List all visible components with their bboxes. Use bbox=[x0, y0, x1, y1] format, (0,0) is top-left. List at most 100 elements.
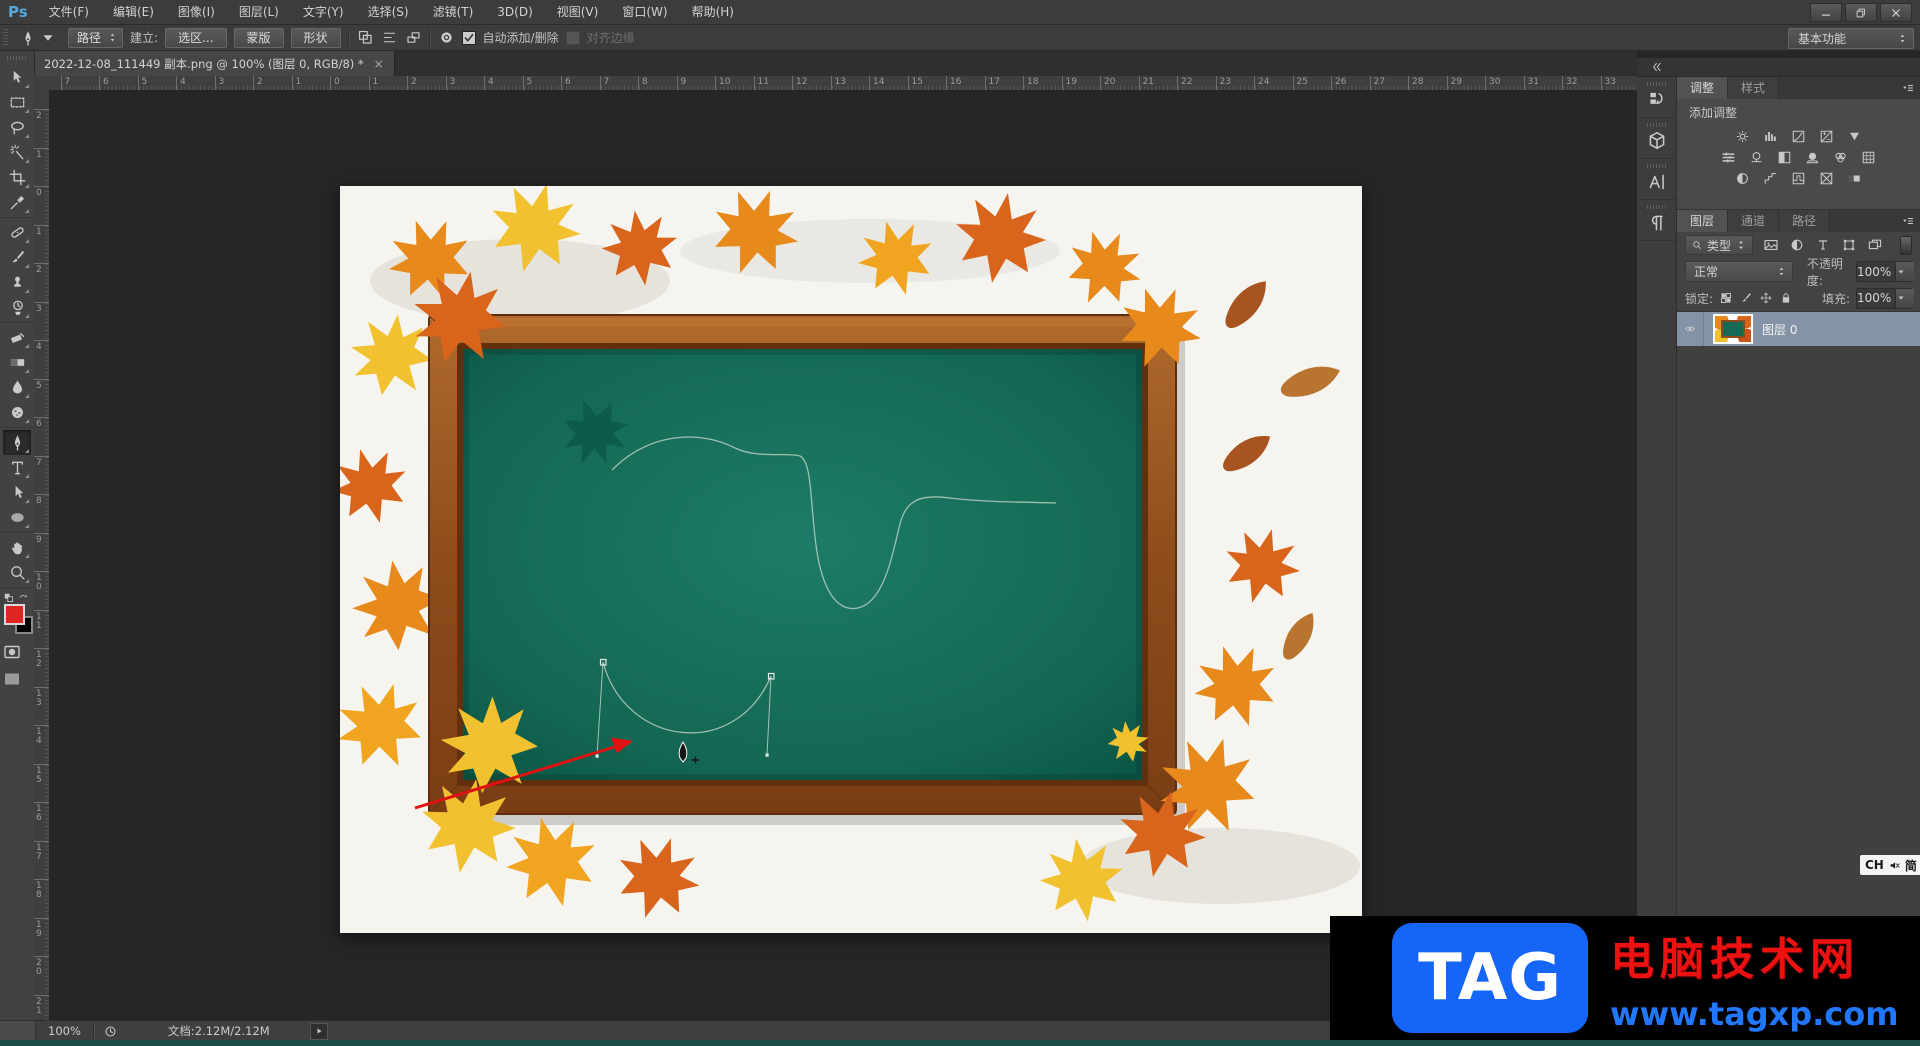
make-selection-button[interactable]: 选区... bbox=[165, 27, 227, 48]
adjustment-exposure-icon[interactable] bbox=[1818, 129, 1835, 144]
adjustment-colorlookup-icon[interactable] bbox=[1860, 150, 1877, 165]
path-alignment-icon[interactable] bbox=[381, 29, 398, 46]
layer-filter-select[interactable]: 类型 bbox=[1685, 235, 1754, 255]
lock-all-icon[interactable] bbox=[1779, 291, 1793, 305]
filter-toggle[interactable] bbox=[1900, 235, 1912, 255]
make-shape-button[interactable]: 形状 bbox=[290, 27, 341, 48]
history-panel-icon[interactable] bbox=[1646, 89, 1668, 111]
panel-menu-icon[interactable] bbox=[1900, 214, 1916, 228]
pen-tool[interactable] bbox=[3, 430, 31, 455]
adjustment-levels-icon[interactable] bbox=[1762, 129, 1779, 144]
horizontal-ruler[interactable]: 7 6 5 4 3 2 1 0 1 2 3 4 5 6 7 8 9 10 11 12 13 14 15 16 17 18 19 20 2… bbox=[49, 76, 1637, 91]
menu-item[interactable]: 窗口(W) bbox=[610, 5, 679, 19]
menu-item[interactable]: 视图(V) bbox=[545, 5, 611, 19]
eyedropper-tool[interactable] bbox=[3, 190, 31, 215]
dodge-tool[interactable] bbox=[3, 400, 31, 425]
align-edges-checkbox[interactable] bbox=[565, 30, 580, 45]
layer-row[interactable]: 图层 0 bbox=[1677, 312, 1920, 346]
move-tool[interactable] bbox=[3, 65, 31, 90]
foreground-color-swatch[interactable] bbox=[4, 604, 25, 625]
gear-icon[interactable] bbox=[438, 29, 455, 46]
paragraph-panel-icon[interactable] bbox=[1646, 212, 1668, 234]
filter-smartobject-icon[interactable] bbox=[1867, 237, 1883, 253]
3d-panel-icon[interactable] bbox=[1646, 130, 1668, 152]
lock-position-icon[interactable] bbox=[1759, 291, 1773, 305]
lock-transparency-icon[interactable] bbox=[1719, 291, 1733, 305]
menu-item[interactable]: 3D(D) bbox=[485, 5, 544, 19]
layers-tab[interactable]: 路径 bbox=[1779, 210, 1831, 232]
collapse-left-icon[interactable] bbox=[1651, 61, 1663, 73]
layer-visibility-toggle[interactable] bbox=[1677, 312, 1704, 346]
workspace-switcher[interactable]: 基本功能 bbox=[1788, 28, 1914, 49]
adjustment-colorbalance-icon[interactable] bbox=[1748, 150, 1765, 165]
pathselect-tool[interactable] bbox=[3, 480, 31, 505]
adjustment-selectivecolor-icon[interactable] bbox=[1818, 171, 1835, 186]
healing-tool[interactable] bbox=[3, 220, 31, 245]
opacity-field[interactable]: 100% bbox=[1856, 261, 1915, 282]
path-arrangement-icon[interactable] bbox=[405, 29, 422, 46]
layers-tab[interactable]: 图层 bbox=[1677, 210, 1729, 232]
restore-button[interactable] bbox=[1845, 3, 1877, 22]
adjustment-invert-icon[interactable] bbox=[1734, 171, 1751, 186]
adjustment-threshold-icon[interactable] bbox=[1790, 171, 1807, 186]
adjustment-gradientmap-icon[interactable] bbox=[1846, 171, 1863, 186]
menu-item[interactable]: 选择(S) bbox=[356, 5, 421, 19]
history-tool[interactable] bbox=[3, 295, 31, 320]
screen-mode-icon[interactable] bbox=[0, 669, 24, 689]
adjustment-brightness-icon[interactable] bbox=[1734, 129, 1751, 144]
fill-dropdown[interactable] bbox=[1895, 288, 1915, 308]
crop-tool[interactable] bbox=[3, 165, 31, 190]
zoom-tool[interactable] bbox=[3, 560, 31, 585]
shape-tool[interactable] bbox=[3, 505, 31, 530]
adjustments-tab[interactable]: 调整 bbox=[1677, 77, 1729, 99]
menu-item[interactable]: 滤镜(T) bbox=[421, 5, 486, 19]
adjustment-vibrance-icon[interactable] bbox=[1846, 129, 1863, 144]
menu-item[interactable]: 文件(F) bbox=[37, 5, 101, 19]
swap-colors-icon[interactable] bbox=[18, 592, 30, 604]
gradient-tool[interactable] bbox=[3, 350, 31, 375]
adjustments-tab[interactable]: 样式 bbox=[1728, 77, 1780, 99]
make-mask-button[interactable]: 蒙版 bbox=[233, 27, 284, 48]
ime-indicator[interactable]: CH 简 bbox=[1860, 855, 1920, 875]
adjustment-posterize-icon[interactable] bbox=[1762, 171, 1779, 186]
fill-field[interactable]: 100% bbox=[1856, 287, 1915, 309]
menu-item[interactable]: 编辑(E) bbox=[101, 5, 166, 19]
lasso-tool[interactable] bbox=[3, 115, 31, 140]
tab-close-icon[interactable]: × bbox=[374, 57, 384, 71]
adjustment-photofilter-icon[interactable] bbox=[1804, 150, 1821, 165]
filter-adjustment-icon[interactable] bbox=[1789, 237, 1805, 253]
canvas-viewport[interactable] bbox=[49, 90, 1637, 1020]
ruler-origin-corner[interactable] bbox=[34, 76, 50, 91]
brush-tool[interactable] bbox=[3, 245, 31, 270]
menu-item[interactable]: 图层(L) bbox=[227, 5, 291, 19]
layer-thumbnail[interactable] bbox=[1713, 314, 1753, 344]
wand-tool[interactable] bbox=[3, 140, 31, 165]
menu-item[interactable]: 文字(Y) bbox=[291, 5, 356, 19]
blur-tool[interactable] bbox=[3, 375, 31, 400]
tool-mode-select[interactable]: 路径 bbox=[68, 27, 124, 48]
default-colors-icon[interactable] bbox=[3, 592, 15, 604]
marquee-tool[interactable] bbox=[3, 90, 31, 115]
path-operations-icon[interactable] bbox=[357, 29, 374, 46]
adjustment-hue-icon[interactable] bbox=[1720, 150, 1737, 165]
adjustment-curves-icon[interactable] bbox=[1790, 129, 1807, 144]
auto-add-delete-checkbox[interactable] bbox=[461, 30, 476, 45]
adjustment-bw-icon[interactable] bbox=[1776, 150, 1793, 165]
menu-item[interactable]: 帮助(H) bbox=[680, 5, 746, 19]
eraser-tool[interactable] bbox=[3, 325, 31, 350]
document-tab[interactable]: 2022-12-08_111449 副本.png @ 100% (图层 0, R… bbox=[34, 51, 395, 76]
minimize-button[interactable] bbox=[1810, 3, 1842, 22]
status-more-button[interactable] bbox=[309, 1022, 328, 1040]
filter-type-icon[interactable] bbox=[1815, 237, 1831, 253]
opacity-dropdown[interactable] bbox=[1895, 262, 1915, 281]
vertical-ruler[interactable]: 2 1 0 1 2 3 4 5 6 7 8 9 10 11 12 13 14 15 16 17 18 19 20 21 bbox=[34, 90, 50, 1020]
blend-mode-select[interactable]: 正常 bbox=[1685, 261, 1793, 282]
filter-image-icon[interactable] bbox=[1763, 237, 1779, 253]
menu-item[interactable]: 图像(I) bbox=[166, 5, 227, 19]
filter-shape-icon[interactable] bbox=[1841, 237, 1857, 253]
document-canvas[interactable] bbox=[340, 186, 1362, 933]
layers-tab[interactable]: 通道 bbox=[1728, 210, 1780, 232]
quick-mask-icon[interactable] bbox=[0, 642, 24, 662]
lock-pixels-icon[interactable] bbox=[1739, 291, 1753, 305]
panel-menu-icon[interactable] bbox=[1900, 81, 1916, 95]
